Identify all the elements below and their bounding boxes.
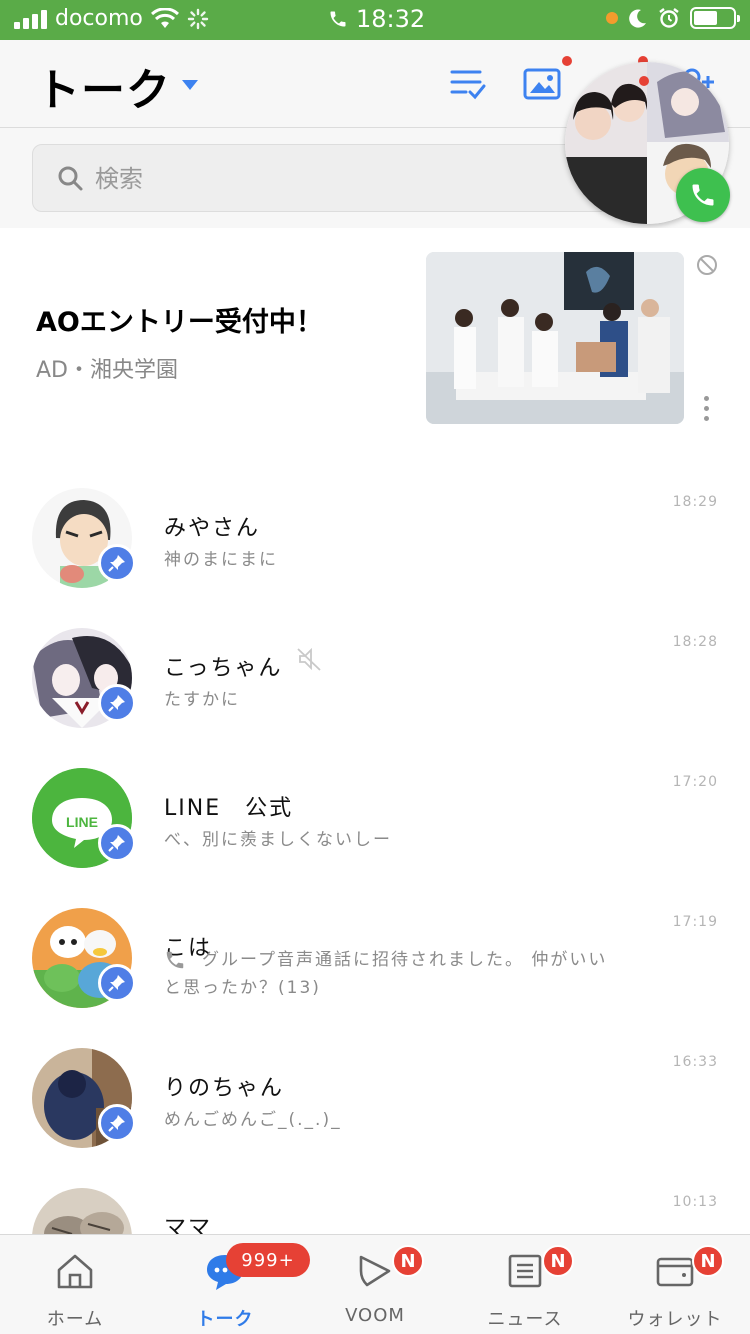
chat-row[interactable]: みやさん 神のまにまに 18:29 — [0, 474, 750, 614]
chat-preview: めんごめんご_(._.)_ — [164, 1110, 342, 1130]
edit-list-icon[interactable] — [446, 62, 490, 106]
mic-in-use-indicator — [606, 12, 618, 24]
chat-row[interactable]: こは グループ音声通話に招待されました。 仲がいいと思ったか？(13) 17:1… — [0, 894, 750, 1034]
chat-name: LINE 公式 — [164, 796, 294, 821]
tab-news[interactable]: ニュース — [450, 1235, 600, 1334]
ad-title: AOエントリー受付中！ — [36, 307, 323, 338]
pin-icon — [98, 1104, 136, 1142]
chat-name: こっちゃん — [164, 656, 283, 681]
new-badge: N — [542, 1245, 574, 1277]
chat-time: 17:20 — [672, 774, 718, 790]
ad-banner[interactable]: AOエントリー受付中！ AD・湘央学園 — [0, 228, 750, 448]
chat-preview: グループ音声通話に招待されました。 仲がいいと思ったか？(13) — [164, 950, 608, 998]
new-badge: N — [692, 1245, 724, 1277]
clock: 18:32 — [356, 5, 426, 33]
tab-home[interactable]: ホーム — [0, 1235, 150, 1334]
chat-row[interactable]: こっちゃん たすかに 18:28 — [0, 614, 750, 754]
phone-icon — [692, 184, 714, 206]
svg-text:LINE: LINE — [66, 814, 98, 830]
phone-call-icon — [330, 11, 346, 27]
chat-row[interactable]: りのちゃん めんごめんご_(._.)_ 16:33 — [0, 1034, 750, 1174]
ad-image[interactable] — [426, 252, 684, 424]
chat-row[interactable]: LINE LINE 公式 べ、別に羨ましくないしー 17:20 — [0, 754, 750, 894]
chat-preview: たすかに — [164, 690, 240, 710]
wallet-icon — [656, 1257, 694, 1287]
pin-icon — [98, 824, 136, 862]
news-icon — [508, 1254, 542, 1288]
tab-wallet-label: ウォレット — [627, 1309, 723, 1330]
mute-icon — [297, 647, 321, 671]
voom-play-icon — [359, 1255, 391, 1287]
page-title[interactable]: トーク — [36, 54, 171, 118]
home-icon — [57, 1254, 93, 1289]
wifi-icon — [150, 7, 179, 28]
chat-name: みやさん — [164, 516, 261, 541]
tab-wallet[interactable]: ウォレット — [600, 1235, 750, 1334]
album-notification-dot — [562, 56, 572, 66]
alarm-icon — [659, 8, 679, 28]
tab-voom-label: VOOM — [345, 1305, 405, 1326]
carrier-label: docomo — [55, 6, 143, 31]
tab-talk-label: トーク — [196, 1309, 254, 1330]
search-input[interactable] — [95, 159, 595, 199]
battery-icon — [690, 7, 740, 29]
loading-spinner-icon — [187, 8, 209, 29]
chat-time: 17:19 — [672, 914, 718, 930]
new-badge: N — [392, 1245, 424, 1277]
ad-sponsor: AD・湘央学園 — [36, 358, 178, 383]
chat-time: 16:33 — [672, 1054, 718, 1070]
chat-time: 10:13 — [672, 1194, 718, 1210]
bottom-tab-bar: ホーム トーク 999+ VOOM N ニュース N ウォレット N — [0, 1234, 750, 1334]
chat-name: りのちゃん — [164, 1076, 285, 1101]
unread-count-badge: 999+ — [226, 1243, 310, 1277]
signal-icon — [14, 9, 47, 29]
call-button[interactable] — [676, 168, 730, 222]
tab-voom[interactable]: VOOM — [300, 1235, 450, 1334]
chat-preview: べ、別に羨ましくないしー — [164, 830, 392, 850]
pin-icon — [98, 684, 136, 722]
chevron-down-icon[interactable] — [182, 80, 198, 90]
block-icon[interactable] — [696, 254, 718, 276]
more-options-icon[interactable] — [704, 396, 709, 421]
chat-time: 18:29 — [672, 494, 718, 510]
bubble-notification-dot — [639, 76, 649, 86]
search-bar[interactable] — [32, 144, 632, 212]
tab-news-label: ニュース — [487, 1309, 563, 1330]
chat-time: 18:28 — [672, 634, 718, 650]
status-bar: docomo 18:32 — [0, 0, 750, 40]
pin-icon — [98, 544, 136, 582]
chat-preview: 神のまにまに — [164, 550, 278, 570]
pin-icon — [98, 964, 136, 1002]
moon-icon — [629, 9, 646, 28]
search-icon — [58, 166, 83, 191]
tab-home-label: ホーム — [46, 1309, 104, 1330]
album-icon[interactable] — [520, 62, 564, 106]
